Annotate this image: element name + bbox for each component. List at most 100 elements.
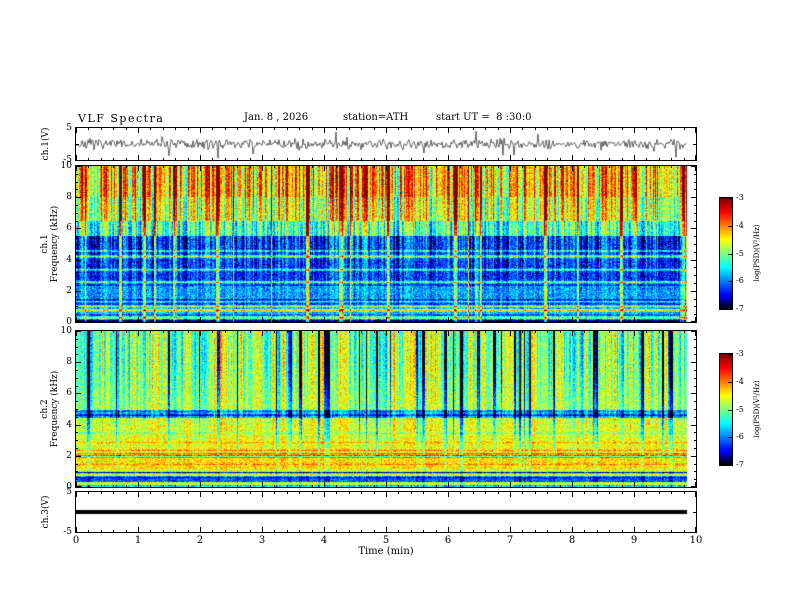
tick-mark <box>584 158 585 160</box>
tick-mark <box>237 128 238 130</box>
tick-mark <box>76 479 78 480</box>
tick-mark <box>237 485 238 487</box>
tick-mark <box>498 128 499 130</box>
tick-mark <box>101 331 102 333</box>
tick-mark <box>76 174 78 175</box>
tick-mark <box>535 320 536 322</box>
tick-mark <box>622 331 623 333</box>
tick-mark <box>188 485 189 487</box>
tick-mark <box>76 197 81 198</box>
tick-mark <box>584 331 585 333</box>
tick-mark <box>287 485 288 487</box>
tick-mark <box>262 155 263 160</box>
tick-mark <box>138 482 139 487</box>
tick-mark <box>76 409 78 410</box>
x-tick-label: 9 <box>630 535 638 546</box>
tick-mark <box>460 530 461 532</box>
tick-mark <box>694 267 696 268</box>
x-tick-label: 7 <box>506 535 514 546</box>
tick-mark <box>448 482 449 487</box>
tick-mark <box>76 306 78 307</box>
colorbar-ch2 <box>719 353 733 466</box>
tick-mark <box>138 317 139 322</box>
tick-mark <box>324 128 325 133</box>
tick-mark <box>609 158 610 160</box>
tick-mark <box>274 166 275 168</box>
tick-mark <box>250 492 251 494</box>
tick-mark <box>76 166 81 167</box>
tick-mark <box>609 530 610 532</box>
tick-mark <box>324 331 325 336</box>
tick-mark <box>659 158 660 160</box>
tick-mark <box>691 331 696 332</box>
tick-mark <box>646 128 647 130</box>
tick-mark <box>76 205 78 206</box>
tick-mark <box>188 331 189 333</box>
tick-mark <box>572 166 573 171</box>
tick-mark <box>126 331 127 333</box>
tick-mark <box>584 166 585 168</box>
tick-mark <box>398 530 399 532</box>
colorbar-tick-label: -5 <box>736 248 744 258</box>
start-ut-label: start UT = 8 :30:0 <box>436 112 532 123</box>
tick-mark <box>349 128 350 130</box>
tick-mark <box>473 331 474 333</box>
tick-mark <box>212 158 213 160</box>
tick-mark <box>597 331 598 333</box>
tick-mark <box>200 155 201 160</box>
tick-mark <box>634 492 635 497</box>
tick-mark <box>485 320 486 322</box>
tick-mark <box>691 425 696 426</box>
tick-mark <box>175 492 176 494</box>
tick-mark <box>510 482 511 487</box>
tick-mark <box>597 128 598 130</box>
tick-mark <box>188 166 189 168</box>
tick-mark <box>138 166 139 171</box>
tick-mark <box>584 530 585 532</box>
tick-mark <box>560 128 561 130</box>
tick-mark <box>250 166 251 168</box>
colorbar-tick-mark <box>728 464 732 465</box>
tick-mark <box>88 492 89 494</box>
colorbar-tick-mark <box>728 198 732 199</box>
tick-mark <box>691 456 696 457</box>
tick-mark <box>448 527 449 532</box>
tick-mark <box>262 331 263 336</box>
tick-mark <box>522 492 523 494</box>
tick-mark <box>597 485 598 487</box>
tick-mark <box>535 492 536 494</box>
colorbar-tick-mark <box>728 281 732 282</box>
colorbar-ch1-label: log(PSD)(V²/Hz) <box>753 224 761 282</box>
tick-mark <box>436 492 437 494</box>
tick-mark <box>175 530 176 532</box>
tick-mark <box>460 166 461 168</box>
tick-mark <box>299 128 300 130</box>
tick-mark <box>76 527 77 532</box>
tick-mark <box>436 485 437 487</box>
tick-mark <box>374 166 375 168</box>
tick-mark <box>225 530 226 532</box>
colorbar-ch2-label: log(PSD)(V²/Hz) <box>753 380 761 438</box>
tick-mark <box>560 158 561 160</box>
tick-mark <box>659 331 660 333</box>
tick-mark <box>287 331 288 333</box>
tick-mark <box>646 530 647 532</box>
tick-mark <box>250 530 251 532</box>
tick-mark <box>324 527 325 532</box>
tick-mark <box>374 331 375 333</box>
tick-mark <box>671 485 672 487</box>
tick-mark <box>423 166 424 168</box>
tick-mark <box>684 320 685 322</box>
tick-mark <box>336 485 337 487</box>
tick-mark <box>597 166 598 168</box>
tick-mark <box>423 128 424 130</box>
tick-mark <box>398 166 399 168</box>
tick-mark <box>671 158 672 160</box>
tick-mark <box>547 331 548 333</box>
y-tick-label: 4 <box>66 254 72 265</box>
y-tick-label: 5 <box>66 487 72 497</box>
x-tick-label: 3 <box>258 535 266 546</box>
tick-mark <box>584 128 585 130</box>
tick-mark <box>634 527 635 532</box>
tick-mark <box>287 320 288 322</box>
